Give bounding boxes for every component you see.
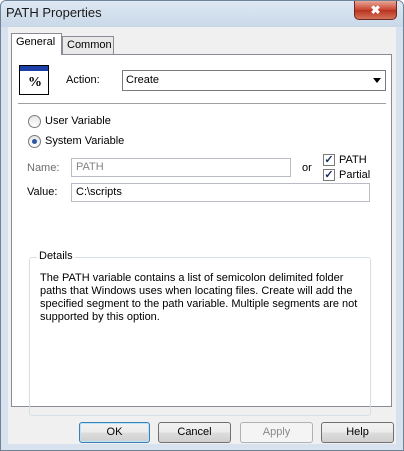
dialog-client-area: General Common % Action: Create User Var…	[8, 27, 396, 444]
path-checkbox[interactable]: ✓	[323, 154, 335, 166]
tab-general-label: General	[16, 36, 56, 48]
cancel-button-label: Cancel	[177, 426, 212, 438]
apply-button-label: Apply	[262, 426, 291, 438]
name-field[interactable]: PATH	[71, 158, 291, 177]
chevron-down-icon	[373, 78, 381, 83]
or-label: or	[302, 162, 312, 174]
title-bar[interactable]: PATH Properties ✖	[1, 1, 403, 27]
tab-common[interactable]: Common	[62, 36, 114, 55]
system-variable-label[interactable]: System Variable	[45, 135, 124, 147]
help-button-label: Help	[346, 426, 369, 438]
details-text: The PATH variable contains a list of sem…	[40, 272, 358, 323]
name-label: Name:	[27, 162, 60, 174]
user-variable-radio[interactable]	[28, 115, 41, 128]
system-variable-radio[interactable]	[28, 135, 41, 148]
apply-button[interactable]: Apply	[240, 422, 313, 443]
action-label: Action:	[66, 74, 100, 86]
value-field[interactable]: C:\scripts	[71, 183, 370, 202]
divider	[18, 103, 386, 105]
path-checkbox-label[interactable]: PATH	[339, 154, 367, 166]
user-variable-label[interactable]: User Variable	[45, 115, 111, 127]
details-groupbox: Details The PATH variable contains a lis…	[29, 250, 371, 416]
action-dropdown[interactable]: Create	[122, 70, 386, 91]
name-field-value: PATH	[76, 161, 104, 173]
close-button[interactable]: ✖	[354, 1, 397, 20]
properties-dialog: PATH Properties ✖ General Common % Actio…	[0, 0, 404, 451]
check-icon: ✓	[324, 169, 334, 181]
general-tab-panel: % Action: Create User Variable System Va…	[11, 54, 392, 416]
cancel-button[interactable]: Cancel	[158, 422, 231, 443]
environment-icon: %	[19, 65, 49, 95]
close-icon: ✖	[370, 3, 381, 17]
tab-general[interactable]: General	[11, 33, 62, 55]
ok-button[interactable]: OK	[79, 422, 150, 443]
ok-button-label: OK	[106, 426, 123, 438]
window-title: PATH Properties	[6, 5, 102, 20]
partial-checkbox[interactable]: ✓	[323, 169, 335, 181]
action-dropdown-value: Create	[126, 74, 160, 86]
percent-icon: %	[28, 75, 42, 90]
partial-checkbox-label[interactable]: Partial	[339, 169, 370, 181]
help-button[interactable]: Help	[321, 422, 394, 443]
details-title: Details	[37, 250, 75, 262]
check-icon: ✓	[324, 154, 334, 166]
tab-common-label: Common	[67, 39, 112, 51]
environment-icon-titlebar	[20, 66, 48, 71]
value-field-text: C:\scripts	[76, 186, 122, 198]
value-label: Value:	[27, 186, 58, 198]
